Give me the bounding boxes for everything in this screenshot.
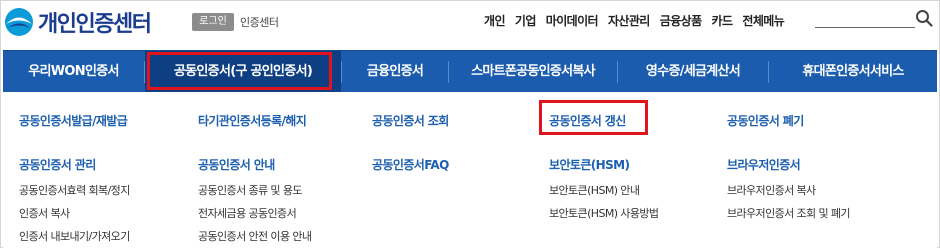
search-icon[interactable] [915,9,933,27]
menu-item-safe-usage-guide[interactable]: 공동인증서 안전 이용 안내 [198,228,312,244]
search-input[interactable] [815,27,915,28]
menu-certificate-revoke[interactable]: 공동인증서 폐기 [727,112,804,129]
menu-item-hsm-howto[interactable]: 보안토큰(HSM) 사용방법 [549,205,659,221]
util-nav-personal[interactable]: 개인 [484,12,505,29]
utility-nav: 개인 기업 마이데이터 자산관리 금융상품 카드 전체메뉴 [484,12,785,29]
menu-certificate-lookup[interactable]: 공동인증서 조회 [372,112,449,129]
menu-certificate-management[interactable]: 공동인증서 관리 [19,156,96,173]
menu-item-certificate-copy[interactable]: 인증서 복사 [19,205,70,221]
menu-item-hsm-guide[interactable]: 보안토큰(HSM) 안내 [549,182,640,198]
woori-logo-icon [4,7,34,37]
main-tab-bar: 우리WON인증서 공동인증서(구 공인인증서) 금융인증서 스마트폰공동인증서복… [3,50,937,93]
menu-item-browser-lookup-revoke[interactable]: 브라우저인증서 조회 및 폐기 [727,205,851,221]
login-button[interactable]: 로그인 [192,13,234,31]
menu-item-e-tax-certificate[interactable]: 전자세금용 공동인증서 [198,205,297,221]
highlight-box-tab [147,52,332,90]
menu-issue-reissue[interactable]: 공동인증서발급/재발급 [19,112,128,129]
menu-item-export-import[interactable]: 인증서 내보내기/가져오기 [19,228,130,244]
util-nav-card[interactable]: 카드 [712,12,733,29]
logo-text: 개인인증센터 [38,12,152,37]
tab-financial-certificate[interactable]: 금융인증서 [342,51,448,93]
menu-item-types-usage[interactable]: 공동인증서 종류 및 용도 [198,182,302,198]
menu-other-institution-register[interactable]: 타기관인증서등록/해지 [198,112,307,129]
tab-receipt-tax-invoice[interactable]: 영수증/세금계산서 [618,51,768,93]
menu-certificate-faq[interactable]: 공동인증서FAQ [372,156,449,173]
menu-security-token[interactable]: 보안토큰(HSM) [549,156,630,173]
menu-item-restore-suspend[interactable]: 공동인증서효력 회복/정지 [19,182,130,198]
header: 개인인증센터 로그인 인증센터 개인 기업 마이데이터 자산관리 금융상품 카드… [0,0,940,46]
tab-smartphone-copy[interactable]: 스마트폰공동인증서복사 [449,51,617,93]
site-label: 인증센터 [240,16,279,29]
menu-browser-certificate[interactable]: 브라우저인증서 [727,156,801,173]
util-nav-products[interactable]: 금융상품 [660,12,702,29]
util-nav-all-menu[interactable]: 전체메뉴 [742,12,784,29]
util-nav-mydata[interactable]: 마이데이터 [546,12,599,29]
tab-woori-won[interactable]: 우리WON인증서 [3,51,144,93]
menu-item-browser-copy[interactable]: 브라우저인증서 복사 [727,182,816,198]
highlight-box-renewal [539,100,648,135]
util-nav-business[interactable]: 기업 [515,12,536,29]
util-nav-asset[interactable]: 자산관리 [608,12,650,29]
tab-mobile-certificate[interactable]: 휴대폰인증서서비스 [769,51,937,93]
logo[interactable]: 개인인증센터 [4,6,152,38]
menu-certificate-guide[interactable]: 공동인증서 안내 [198,156,275,173]
dropdown-menu-panel: 공동인증서발급/재발급 타기관인증서등록/해지 공동인증서 조회 공동인증서 갱… [3,92,937,248]
